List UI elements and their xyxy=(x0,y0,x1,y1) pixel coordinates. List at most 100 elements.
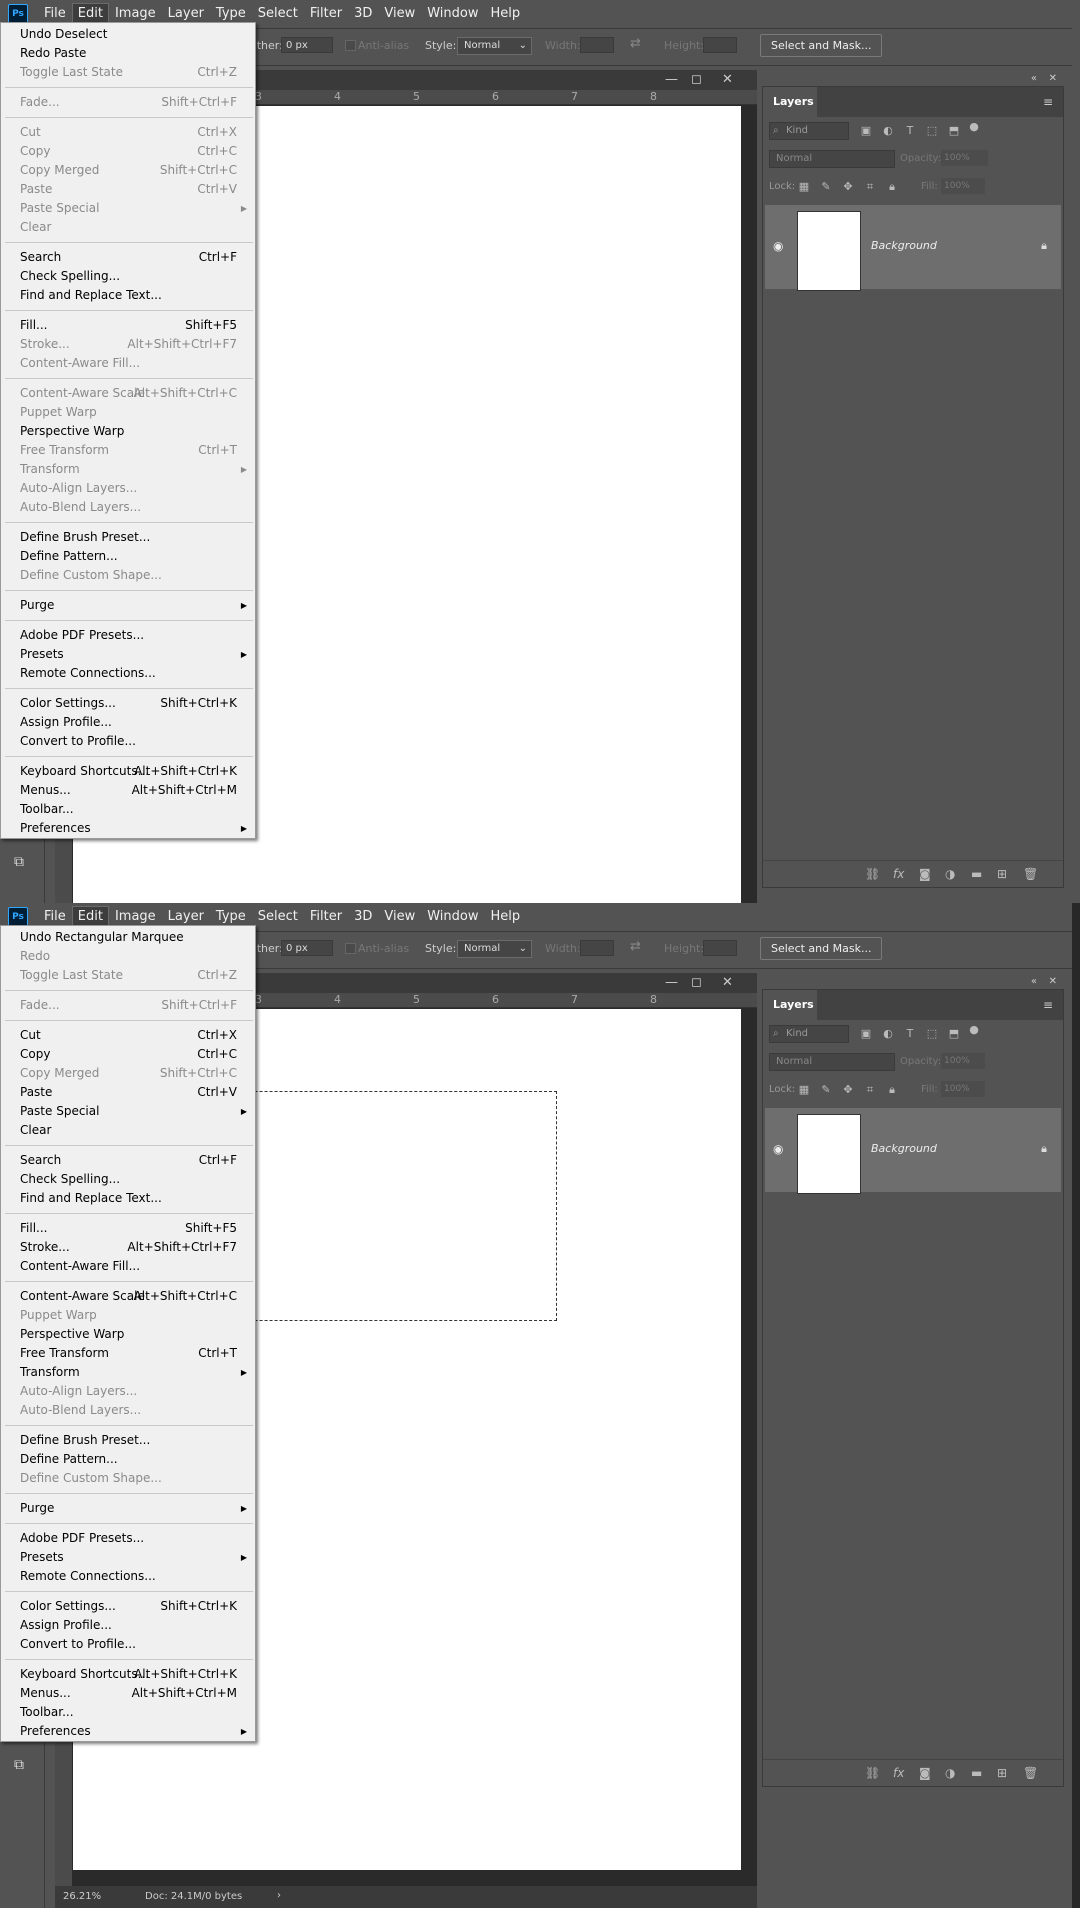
menu-item-presets[interactable]: Presets ▶ xyxy=(1,645,255,664)
menu-item-perspective-warp[interactable]: Perspective Warp xyxy=(1,422,255,441)
menu-item-perspective-warp[interactable]: Perspective Warp xyxy=(1,1325,255,1344)
antialias-checkbox[interactable] xyxy=(345,40,356,51)
zoom-level[interactable]: 26.21% xyxy=(63,1891,101,1902)
menu-item-stroke[interactable]: Stroke... Alt+Shift+Ctrl+F7 xyxy=(1,1238,255,1257)
filter-adjustment-icon[interactable]: ◐ xyxy=(881,124,895,138)
tab-layers[interactable]: Layers xyxy=(763,87,817,117)
new-layer-icon[interactable]: ⊞ xyxy=(997,867,1007,881)
menu-item-free-transform[interactable]: Free Transform Ctrl+T xyxy=(1,1344,255,1363)
feather-input[interactable]: 0 px xyxy=(281,940,333,956)
menu-item-keyboard-shortcuts[interactable]: Keyboard Shortcuts... Alt+Shift+Ctrl+K xyxy=(1,1665,255,1684)
menu-select[interactable]: Select xyxy=(252,906,304,928)
swap-icon[interactable]: ⇄ xyxy=(630,939,641,954)
blend-mode-select[interactable]: Normal xyxy=(769,150,895,168)
menu-item-content-aware-scale[interactable]: Content-Aware Scale Alt+Shift+Ctrl+C xyxy=(1,1287,255,1306)
maximize-icon[interactable]: ◻ xyxy=(691,975,702,990)
menu-item-fill[interactable]: Fill... Shift+F5 xyxy=(1,1219,255,1238)
filter-pixel-icon[interactable]: ▣ xyxy=(859,124,873,138)
menu-item-cut[interactable]: Cut Ctrl+X xyxy=(1,1026,255,1045)
opacity-input[interactable]: 100% xyxy=(941,1053,985,1069)
lock-artboard-icon[interactable]: ⌗ xyxy=(863,180,877,194)
select-and-mask-button[interactable]: Select and Mask... xyxy=(760,937,883,960)
menu-item-find-and-replace-text[interactable]: Find and Replace Text... xyxy=(1,1189,255,1208)
filter-shape-icon[interactable]: ⬚ xyxy=(925,1027,939,1041)
menu-item-remote-connections[interactable]: Remote Connections... xyxy=(1,664,255,683)
panel-menu-icon[interactable]: ≡ xyxy=(1043,95,1055,109)
menu-window[interactable]: Window xyxy=(421,3,484,25)
filter-pixel-icon[interactable]: ▣ xyxy=(859,1027,873,1041)
menu-item-presets[interactable]: Presets ▶ xyxy=(1,1548,255,1567)
lock-transparent-icon[interactable]: ▦ xyxy=(797,1083,811,1097)
lock-position-icon[interactable]: ✥ xyxy=(841,1083,855,1097)
menu-item-copy[interactable]: Copy Ctrl+C xyxy=(1,1045,255,1064)
filter-shape-icon[interactable]: ⬚ xyxy=(925,124,939,138)
menu-item-search[interactable]: Search Ctrl+F xyxy=(1,1151,255,1170)
menu-select[interactable]: Select xyxy=(252,3,304,25)
maximize-icon[interactable]: ◻ xyxy=(691,72,702,87)
style-select[interactable]: Normal ⌄ xyxy=(457,37,532,55)
menu-item-check-spelling[interactable]: Check Spelling... xyxy=(1,1170,255,1189)
menu-item-toolbar[interactable]: Toolbar... xyxy=(1,800,255,819)
fx-icon[interactable]: fx xyxy=(893,1766,904,1780)
filter-kind-select[interactable]: ⌕ Kind xyxy=(769,1025,849,1043)
menu-item-purge[interactable]: Purge ▶ xyxy=(1,1499,255,1518)
filter-smart-object-icon[interactable]: ⬒ xyxy=(947,124,961,138)
menu-help[interactable]: Help xyxy=(485,3,527,25)
menu-item-search[interactable]: Search Ctrl+F xyxy=(1,248,255,267)
filter-smart-object-icon[interactable]: ⬒ xyxy=(947,1027,961,1041)
menu-view[interactable]: View xyxy=(378,3,421,25)
width-input[interactable] xyxy=(580,940,614,956)
menu-item-preferences[interactable]: Preferences ▶ xyxy=(1,819,255,838)
new-group-icon[interactable]: ▬ xyxy=(971,867,982,881)
lock-brush-icon[interactable]: ✎ xyxy=(819,1083,833,1097)
close-icon[interactable]: ✕ xyxy=(722,72,733,87)
lock-position-icon[interactable]: ✥ xyxy=(841,180,855,194)
style-select[interactable]: Normal ⌄ xyxy=(457,940,532,958)
chevron-right-icon[interactable]: › xyxy=(277,1890,281,1901)
menu-item-undo-rectangular-marquee[interactable]: Undo Rectangular Marquee xyxy=(1,928,255,947)
screen-mode-icon[interactable]: ⧉ xyxy=(14,854,24,870)
menu-item-keyboard-shortcuts[interactable]: Keyboard Shortcuts... Alt+Shift+Ctrl+K xyxy=(1,762,255,781)
menu-item-color-settings[interactable]: Color Settings... Shift+Ctrl+K xyxy=(1,1597,255,1616)
menu-item-transform[interactable]: Transform ▶ xyxy=(1,1363,255,1382)
eye-icon[interactable]: ◉ xyxy=(773,239,783,253)
menu-item-convert-to-profile[interactable]: Convert to Profile... xyxy=(1,1635,255,1654)
new-group-icon[interactable]: ▬ xyxy=(971,1766,982,1780)
filter-toggle-icon[interactable]: ● xyxy=(967,1023,981,1037)
menu-item-check-spelling[interactable]: Check Spelling... xyxy=(1,267,255,286)
menu-item-purge[interactable]: Purge ▶ xyxy=(1,596,255,615)
filter-toggle-icon[interactable]: ● xyxy=(967,120,981,134)
link-layers-icon[interactable]: ⛓ xyxy=(865,867,880,881)
filter-kind-select[interactable]: ⌕ Kind xyxy=(769,122,849,140)
menu-item-menus[interactable]: Menus... Alt+Shift+Ctrl+M xyxy=(1,781,255,800)
menu-window[interactable]: Window xyxy=(421,906,484,928)
collapse-panels-icon[interactable]: « xyxy=(1031,976,1037,987)
minimize-icon[interactable]: — xyxy=(665,975,678,990)
menu-item-define-brush-preset[interactable]: Define Brush Preset... xyxy=(1,1431,255,1450)
filter-adjustment-icon[interactable]: ◐ xyxy=(881,1027,895,1041)
menu-3d[interactable]: 3D xyxy=(348,906,378,928)
lock-all-icon[interactable]: 🔒︎ xyxy=(885,180,899,194)
menu-filter[interactable]: Filter xyxy=(304,906,348,928)
eye-icon[interactable]: ◉ xyxy=(773,1142,783,1156)
lock-brush-icon[interactable]: ✎ xyxy=(819,180,833,194)
add-mask-icon[interactable]: ◙ xyxy=(919,867,931,881)
menu-item-clear[interactable]: Clear xyxy=(1,1121,255,1140)
menu-item-remote-connections[interactable]: Remote Connections... xyxy=(1,1567,255,1586)
collapse-panels-icon[interactable]: « xyxy=(1031,73,1037,84)
blend-mode-select[interactable]: Normal xyxy=(769,1053,895,1071)
menu-item-assign-profile[interactable]: Assign Profile... xyxy=(1,1616,255,1635)
menu-item-find-and-replace-text[interactable]: Find and Replace Text... xyxy=(1,286,255,305)
filter-type-icon[interactable]: T xyxy=(903,124,917,138)
adjustment-layer-icon[interactable]: ◑ xyxy=(945,867,955,881)
fill-input[interactable]: 100% xyxy=(941,1081,985,1097)
lock-artboard-icon[interactable]: ⌗ xyxy=(863,1083,877,1097)
menu-item-define-pattern[interactable]: Define Pattern... xyxy=(1,1450,255,1469)
lock-transparent-icon[interactable]: ▦ xyxy=(797,180,811,194)
menu-item-toolbar[interactable]: Toolbar... xyxy=(1,1703,255,1722)
menu-item-color-settings[interactable]: Color Settings... Shift+Ctrl+K xyxy=(1,694,255,713)
width-input[interactable] xyxy=(580,37,614,53)
menu-item-redo-paste[interactable]: Redo Paste xyxy=(1,44,255,63)
trash-icon[interactable]: 🗑︎ xyxy=(1023,867,1038,881)
lock-all-icon[interactable]: 🔒︎ xyxy=(885,1083,899,1097)
